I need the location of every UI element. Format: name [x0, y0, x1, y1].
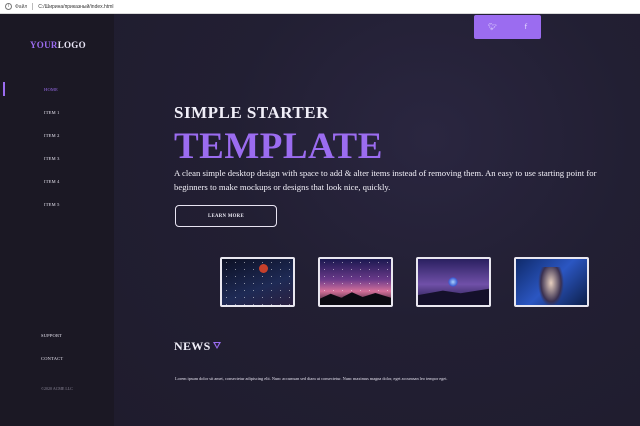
news-body: Lorem ipsum dolor sit amet, consectetur …	[175, 376, 448, 381]
nav-item-support[interactable]: SUPPORT	[0, 324, 114, 347]
nav-item-home[interactable]: HOME	[0, 78, 114, 101]
logo-part-your: YOUR	[30, 40, 58, 50]
hero-headline: TEMPLATE	[174, 126, 383, 167]
nav-item-contact[interactable]: CONTACT	[0, 347, 114, 370]
info-icon[interactable]: i	[5, 3, 12, 10]
secondary-nav: SUPPORT CONTACT	[0, 324, 114, 370]
person-figure	[538, 267, 564, 305]
main-content: 🐦︎ f SIMPLE STARTER TEMPLATE A clean sim…	[114, 14, 640, 426]
red-moon-shape	[259, 264, 268, 273]
nav-item-3[interactable]: ITEM 3	[0, 147, 114, 170]
copyright: ©2020 ACME LLC	[41, 386, 73, 391]
logo-part-logo: LOGO	[57, 40, 86, 50]
hill-silhouette	[418, 288, 489, 305]
thumbnail-mountain-sunset[interactable]	[318, 257, 393, 307]
hero-description: A clean simple desktop design with space…	[174, 168, 597, 192]
social-bar: 🐦︎ f	[474, 15, 541, 39]
nav-item-1[interactable]: ITEM 1	[0, 101, 114, 124]
hero-kicker: SIMPLE STARTER	[174, 103, 329, 122]
thumbnail-glowing-figure[interactable]	[416, 257, 491, 307]
url-text[interactable]: C:/Ширина/приказный/index.html	[38, 4, 113, 10]
thumbnail-milky-way[interactable]	[220, 257, 295, 307]
glow-orb	[448, 277, 458, 287]
facebook-icon[interactable]: f	[525, 23, 527, 31]
stars-decoration	[222, 259, 293, 305]
nav-item-2[interactable]: ITEM 2	[0, 124, 114, 147]
nav-item-5[interactable]: ITEM 5	[0, 193, 114, 216]
browser-address-bar: i Файл C:/Ширина/приказный/index.html	[0, 0, 640, 14]
chevron-down-icon[interactable]	[213, 342, 221, 349]
learn-more-button[interactable]: LEARN MORE	[175, 205, 277, 227]
nav-item-4[interactable]: ITEM 4	[0, 170, 114, 193]
file-label: Файл	[15, 3, 28, 10]
thumbnail-vr-person[interactable]	[514, 257, 589, 307]
logo[interactable]: YOURLOGO	[30, 40, 86, 50]
divider	[32, 3, 34, 10]
main-nav: HOME ITEM 1 ITEM 2 ITEM 3 ITEM 4 ITEM 5	[0, 78, 114, 216]
sidebar: YOURLOGO HOME ITEM 1 ITEM 2 ITEM 3 ITEM …	[0, 14, 114, 426]
twitter-icon[interactable]: 🐦︎	[488, 23, 497, 31]
news-heading: NEWS	[174, 339, 211, 353]
